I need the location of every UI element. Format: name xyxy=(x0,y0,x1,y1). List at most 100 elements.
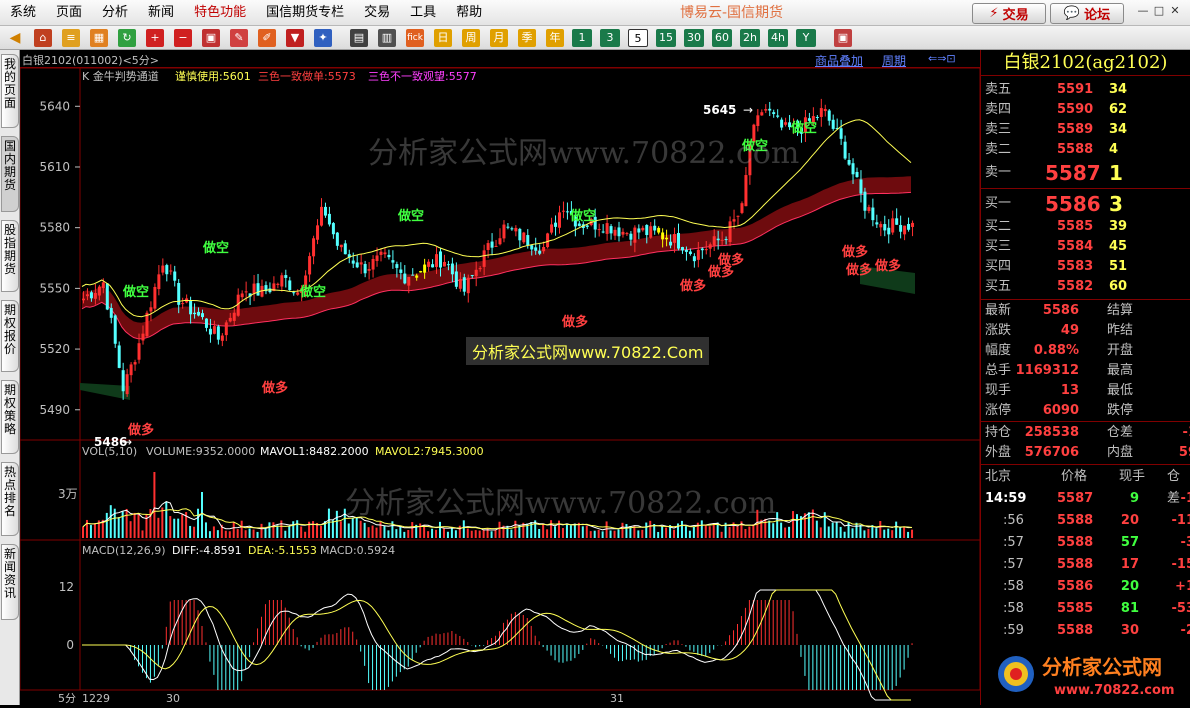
settings-icon[interactable]: ▣ xyxy=(834,29,852,47)
candle-body xyxy=(633,228,636,243)
bid-row-4[interactable]: 买四558351 xyxy=(981,257,1190,277)
list-icon[interactable]: ≡ xyxy=(62,29,80,47)
period-button-2h[interactable]: 2h xyxy=(740,29,760,47)
ask-row-4[interactable]: 卖四559062 xyxy=(981,100,1190,120)
year-period-button[interactable]: 年 xyxy=(546,29,564,47)
left-tab-1[interactable]: 国内期货 xyxy=(1,136,19,212)
bid-row-2[interactable]: 买二558539 xyxy=(981,217,1190,237)
bid-row-5[interactable]: 买五558260 xyxy=(981,277,1190,297)
menu-item-4[interactable]: 特色功能 xyxy=(184,0,256,26)
period-button-4h[interactable]: 4h xyxy=(768,29,788,47)
day-period-button[interactable]: 日 xyxy=(434,29,452,47)
period-button-3[interactable]: 3 xyxy=(600,29,620,47)
bid-label: 买二 xyxy=(985,217,1011,237)
menu-item-3[interactable]: 新闻 xyxy=(138,0,184,26)
volume-bar xyxy=(372,526,374,538)
volume-bar xyxy=(907,532,909,538)
candle-body xyxy=(411,275,414,276)
time-axis-label: 5分 xyxy=(58,692,76,705)
candle-body xyxy=(883,224,886,230)
left-tab-6[interactable]: 新闻资讯 xyxy=(1,544,19,620)
candle-body xyxy=(471,275,474,276)
menu-item-7[interactable]: 工具 xyxy=(400,0,446,26)
volume-bar xyxy=(832,523,834,538)
volume-bar xyxy=(852,528,854,538)
menu-item-5[interactable]: 国信期货专栏 xyxy=(256,0,354,26)
minimize-icon[interactable]: — xyxy=(1136,4,1150,18)
period-button-Y[interactable]: Y xyxy=(796,29,816,47)
ask-row-2[interactable]: 卖二55884 xyxy=(981,140,1190,160)
close-icon[interactable]: ✕ xyxy=(1168,4,1182,18)
zoom-in-icon[interactable]: + xyxy=(146,29,164,47)
grid-icon[interactable]: ▥ xyxy=(378,29,396,47)
candle-body xyxy=(558,212,561,227)
candle-body xyxy=(221,336,224,341)
month-period-button[interactable]: 月 xyxy=(490,29,508,47)
candle-body xyxy=(856,172,859,177)
tick-volume: 20 xyxy=(1121,576,1139,598)
week-period-button[interactable]: 周 xyxy=(462,29,480,47)
price-axis-label: 5550 xyxy=(39,281,70,295)
volume-bar xyxy=(657,532,659,538)
candle-body xyxy=(94,293,97,299)
maximize-icon[interactable]: □ xyxy=(1152,4,1166,18)
ask-row-5[interactable]: 卖五559134 xyxy=(981,80,1190,100)
new-icon[interactable]: ✦ xyxy=(314,29,332,47)
bid-row-1[interactable]: 买一55863 xyxy=(981,191,1190,217)
long-signal: 做多 xyxy=(561,314,588,330)
menu-item-2[interactable]: 分析 xyxy=(92,0,138,26)
table-icon[interactable]: ▤ xyxy=(350,29,368,47)
bid-row-3[interactable]: 买三558445 xyxy=(981,237,1190,257)
period-button-15[interactable]: 15 xyxy=(656,29,676,47)
zoom-out-icon[interactable]: − xyxy=(174,29,192,47)
period-button-1[interactable]: 1 xyxy=(572,29,592,47)
left-tab-2[interactable]: 股指期货 xyxy=(1,220,19,292)
volume-bar xyxy=(360,521,362,538)
calendar-icon[interactable]: ▦ xyxy=(90,29,108,47)
filter-icon[interactable]: ▼ xyxy=(286,29,304,47)
pen-icon[interactable]: ✎ xyxy=(230,29,248,47)
period-button-5[interactable]: 5 xyxy=(628,29,648,47)
ask-volume: 62 xyxy=(1109,100,1127,120)
period-button-30[interactable]: 30 xyxy=(684,29,704,47)
menu-item-6[interactable]: 交易 xyxy=(354,0,400,26)
forum-button[interactable]: 💬论坛 xyxy=(1050,3,1124,24)
period-link[interactable]: 周期 xyxy=(882,52,906,69)
volume-bar xyxy=(483,530,485,538)
nav-arrows-icon[interactable]: ⇐⇒⊡ xyxy=(928,52,956,65)
volume-bar xyxy=(737,525,739,538)
left-tab-0[interactable]: 我的页面 xyxy=(1,54,19,128)
ask-row-3[interactable]: 卖三558934 xyxy=(981,120,1190,140)
volume-bar xyxy=(514,521,516,538)
refresh-icon[interactable]: ↻ xyxy=(118,29,136,47)
back-arrow-icon[interactable]: ◀ xyxy=(6,29,24,47)
menu-item-1[interactable]: 页面 xyxy=(46,0,92,26)
candle-body xyxy=(102,282,105,288)
volume-bar xyxy=(649,521,651,538)
candle-body xyxy=(673,234,676,243)
left-tab-4[interactable]: 期权策略 xyxy=(1,380,19,454)
volume-indicator-name: VOL(5,10) xyxy=(82,445,137,458)
volume-bar xyxy=(788,527,790,538)
volume-bar xyxy=(637,530,639,538)
window-icon[interactable]: ▣ xyxy=(202,29,220,47)
menu-item-0[interactable]: 系统 xyxy=(0,0,46,26)
brush-icon[interactable]: ✐ xyxy=(258,29,276,47)
bid-label: 买三 xyxy=(985,237,1011,257)
candle-body xyxy=(689,251,692,254)
menu-item-8[interactable]: 帮助 xyxy=(446,0,492,26)
ask-price: 5588 xyxy=(1057,140,1093,160)
trade-button[interactable]: ⚡交易 xyxy=(972,3,1046,24)
watermark-text: 分析家公式网www.70822.com xyxy=(368,128,799,172)
overlay-commodity-link[interactable]: 商品叠加 xyxy=(815,52,863,69)
tick-chart-icon[interactable]: fick xyxy=(406,29,424,47)
volume-bar xyxy=(705,525,707,538)
candle-body xyxy=(173,272,176,281)
left-tab-5[interactable]: 热点排名 xyxy=(1,462,19,536)
candle-body xyxy=(205,319,208,328)
period-button-60[interactable]: 60 xyxy=(712,29,732,47)
season-period-button[interactable]: 季 xyxy=(518,29,536,47)
left-tab-3[interactable]: 期权报价 xyxy=(1,300,19,372)
ask-row-1[interactable]: 卖一55871 xyxy=(981,160,1190,186)
home-icon[interactable]: ⌂ xyxy=(34,29,52,47)
